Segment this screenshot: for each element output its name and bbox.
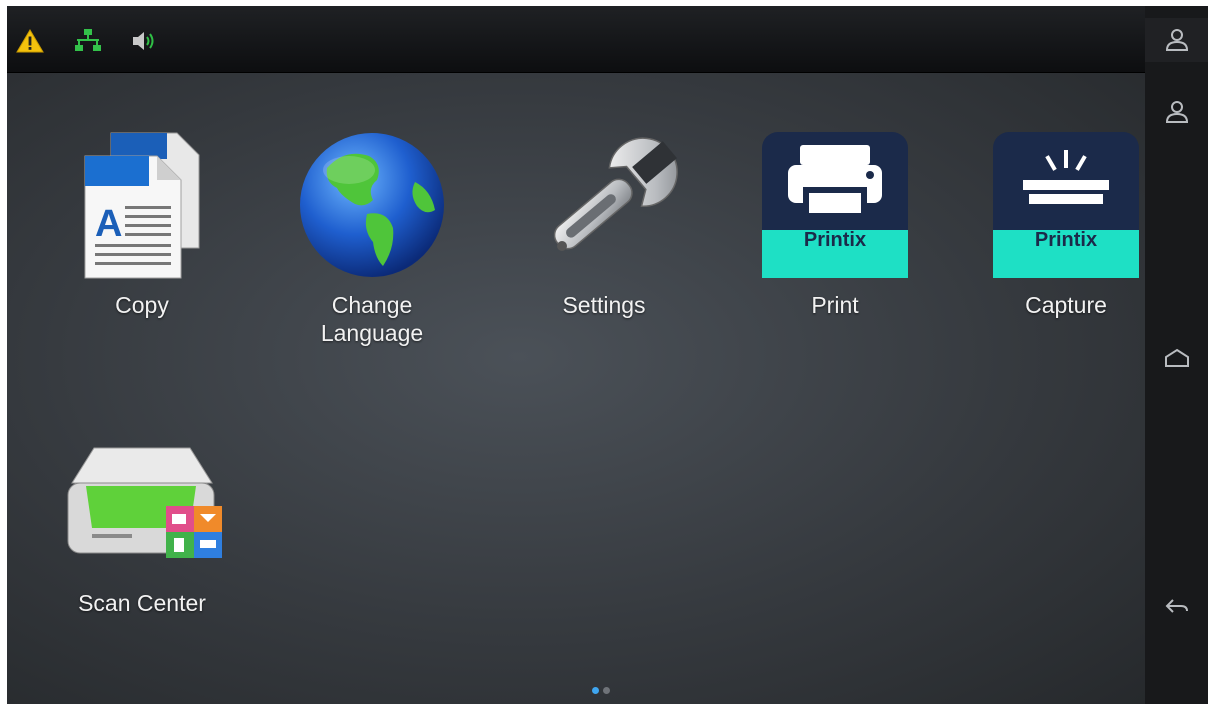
app-scan-center[interactable]: Scan Center	[42, 423, 242, 617]
home-icon[interactable]	[1145, 336, 1208, 380]
warning-icon[interactable]	[15, 26, 45, 56]
app-settings-label: Settings	[562, 292, 646, 318]
status-bar	[7, 6, 1145, 73]
globe-icon	[292, 125, 452, 285]
app-change-language[interactable]: Change Language	[272, 125, 472, 347]
user-icon[interactable]	[1145, 90, 1208, 134]
app-capture-label: Capture	[1025, 292, 1107, 318]
copy-document-icon: A	[62, 125, 222, 285]
page-dot-active[interactable]	[592, 687, 599, 694]
printix-capture-icon	[986, 125, 1146, 285]
app-print-label: Print	[811, 292, 859, 318]
app-capture[interactable]: Capture Printix	[966, 125, 1166, 319]
user-icon[interactable]	[1145, 18, 1208, 62]
svg-text:A: A	[95, 203, 122, 245]
app-change-language-label: Change Language	[320, 292, 424, 346]
page-dot[interactable]	[603, 687, 610, 694]
app-copy[interactable]: A Copy	[42, 125, 242, 319]
app-print[interactable]: Print Printix	[735, 125, 935, 319]
app-settings[interactable]: Settings	[504, 125, 704, 319]
scanner-icon	[62, 423, 222, 583]
home-screen: A Copy Change Language Settings Print Pr…	[7, 73, 1145, 704]
back-icon[interactable]	[1145, 584, 1208, 628]
app-copy-label: Copy	[115, 292, 169, 318]
printix-badge: Printix	[803, 229, 867, 251]
navigation-rail	[1145, 6, 1208, 704]
speaker-icon[interactable]	[129, 26, 159, 56]
page-indicator	[592, 687, 610, 694]
printix-badge: Printix	[1034, 229, 1098, 251]
network-icon[interactable]	[73, 26, 103, 56]
app-scan-center-label: Scan Center	[78, 590, 206, 616]
printix-print-icon	[755, 125, 915, 285]
screen: A Copy Change Language Settings Print Pr…	[7, 6, 1208, 704]
wrench-icon	[524, 125, 684, 285]
